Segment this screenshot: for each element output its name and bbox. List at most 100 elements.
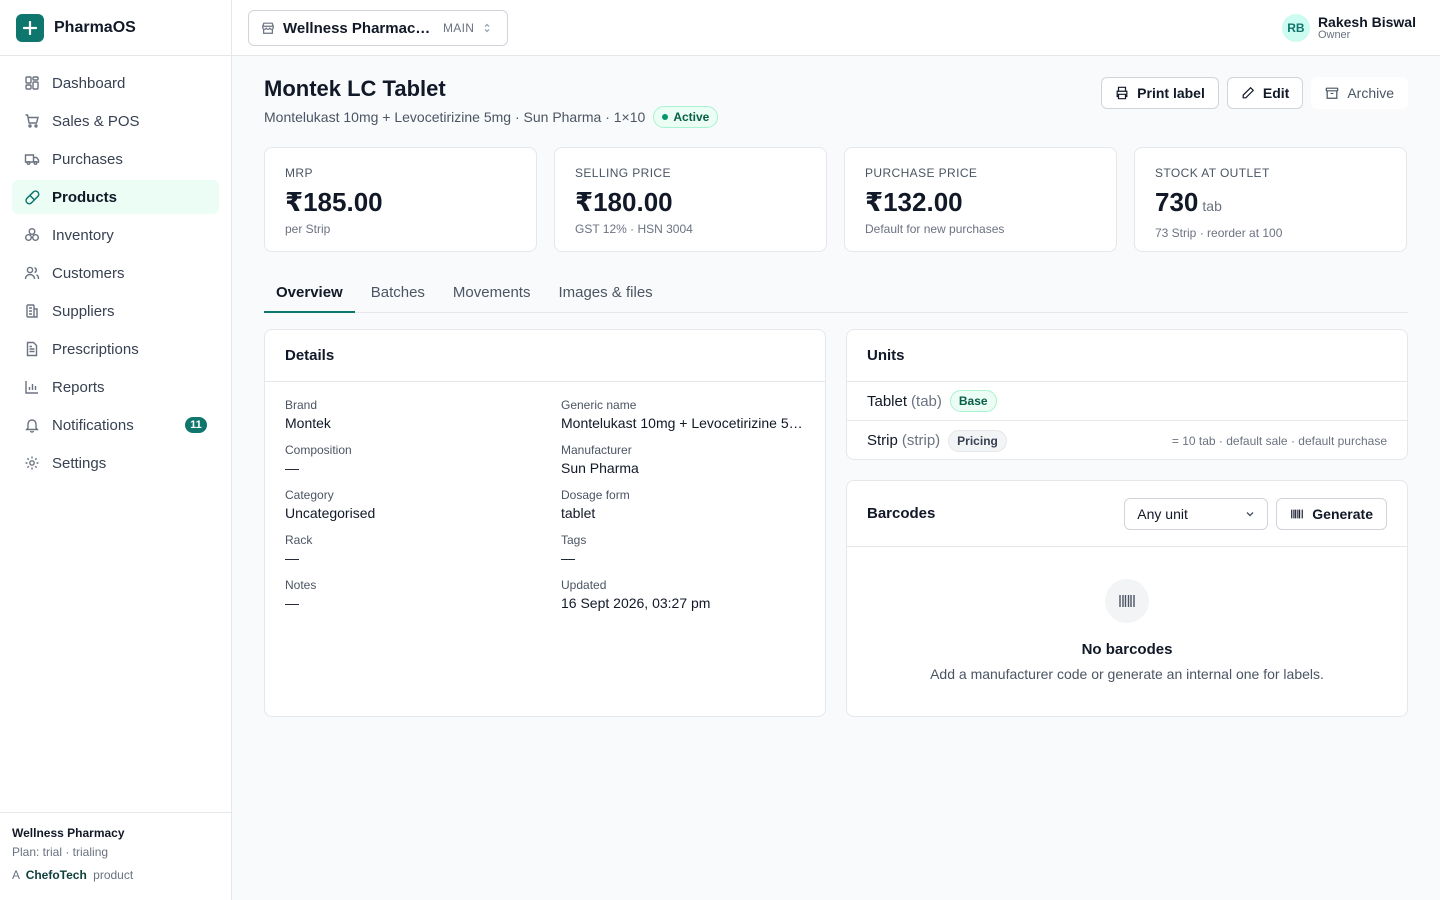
detail-label: Rack (285, 533, 313, 547)
archive-icon (1326, 87, 1339, 99)
app-name: PharmaOS (54, 18, 136, 36)
sidebar-item-products[interactable]: Products (12, 180, 219, 214)
sidebar-item-prescriptions[interactable]: Prescriptions (12, 332, 219, 366)
sidebar-item-reports[interactable]: Reports (12, 370, 219, 404)
sidebar-item-customers[interactable]: Customers (12, 256, 219, 290)
detail-updated: Updated 16 Sept 2026, 03:27 pm (561, 578, 803, 611)
product-summary: Montelukast 10mg + Levocetirizine 5mg · … (264, 109, 646, 125)
detail-notes: Notes — (285, 578, 561, 611)
detail-value: Montek (285, 415, 331, 431)
detail-label: Composition (285, 443, 352, 457)
detail-label: Brand (285, 398, 318, 412)
unit-tag-base: Base (949, 390, 997, 412)
detail-tags: Tags — (561, 533, 803, 566)
stat-value-number: ₹180.00 (575, 187, 673, 217)
empty-title: No barcodes (1081, 641, 1173, 658)
sidebar-item-label: Reports (52, 378, 105, 396)
pencil-icon (1242, 86, 1254, 99)
detail-manufacturer: Manufacturer Sun Pharma (561, 443, 803, 476)
stat-label: Stock at outlet (1155, 166, 1270, 180)
stat-card-stock: Stock at outlet 730 tab 73 Strip · reorde… (1134, 147, 1407, 252)
user-name: Rakesh Biswal (1317, 13, 1416, 30)
units-card: Units Tablet (tab) Base Strip (strip) Pr… (846, 329, 1408, 460)
plus-logo-icon (16, 13, 44, 42)
sidebar-item-label: Notifications (52, 416, 134, 434)
outlet-switcher[interactable]: Wellness Pharmacy · Main MAIN (248, 10, 508, 46)
chevron-down-icon (1246, 511, 1254, 516)
sidebar-footer: Wellness Pharmacy Plan: trial · trialing… (0, 812, 231, 900)
unit-tag-pricing: Pricing (948, 429, 1007, 452)
sidebar-item-label: Customers (52, 264, 125, 282)
tab-overview[interactable]: Overview (264, 273, 355, 313)
stat-label: MRP (285, 166, 313, 180)
stat-value-unit: tab (1202, 198, 1222, 214)
detail-value: — (561, 550, 575, 566)
user-info: Rakesh Biswal Owner (1318, 15, 1416, 42)
chevron-up-down-icon (484, 23, 490, 33)
detail-value: tablet (561, 505, 596, 521)
barcodes-title: Barcodes (867, 505, 936, 522)
units-title: Units (847, 330, 1407, 382)
stat-value-number: 730 (1155, 187, 1199, 217)
sidebar-item-label: Sales & POS (52, 112, 140, 130)
sidebar-item-notifications[interactable]: Notifications 11 (12, 408, 219, 442)
archive-button[interactable]: Archive (1311, 77, 1408, 109)
tab-bar: Overview Batches Movements Images & file… (264, 273, 1408, 313)
sidebar-item-inventory[interactable]: Inventory (12, 218, 219, 252)
edit-text: Edit (1262, 85, 1290, 101)
tab-batches[interactable]: Batches (359, 273, 437, 313)
barcodes-card: Barcodes Any unit Generate No barcodes A… (846, 480, 1408, 717)
users-icon (24, 266, 40, 280)
stat-value-number: ₹132.00 (865, 187, 963, 217)
print-label-text: Print label (1137, 85, 1205, 101)
unit-row: Tablet (tab) Base (847, 382, 1407, 421)
avatar: RB (1281, 14, 1310, 42)
detail-composition: Composition — (285, 443, 561, 476)
boxes-icon (25, 228, 39, 241)
sidebar-item-dashboard[interactable]: Dashboard (12, 66, 219, 100)
user-role: Owner (1317, 28, 1351, 41)
product-credit-prefix: A (12, 868, 20, 882)
barcode-unit-select[interactable]: Any unit (1124, 497, 1269, 530)
topbar: Wellness Pharmacy · Main MAIN RB Rakesh … (232, 0, 1440, 56)
detail-label: Dosage form (561, 488, 630, 502)
archive-text: Archive (1347, 85, 1394, 101)
detail-value: Sun Pharma (561, 460, 639, 476)
outlet-name: Wellness Pharmacy · Main (283, 19, 435, 37)
plan-status: Plan: trial · trialing (12, 845, 109, 859)
detail-label: Tags (561, 533, 587, 547)
sidebar-item-settings[interactable]: Settings (12, 446, 219, 480)
status-dot-icon (662, 114, 669, 120)
detail-value: Uncategorised (285, 505, 376, 521)
detail-label: Updated (561, 578, 607, 592)
print-label-button[interactable]: Print label (1101, 77, 1219, 109)
unit-name: Tablet (867, 392, 908, 410)
tab-images-files[interactable]: Images & files (546, 273, 664, 313)
tab-movements[interactable]: Movements (441, 273, 543, 313)
stat-label: Purchase price (865, 166, 978, 180)
detail-value: 16 Sept 2026, 03:27 pm (561, 595, 711, 611)
gear-icon (25, 456, 39, 470)
sidebar: PharmaOS Dashboard Sales & POS Purchases… (0, 0, 232, 900)
detail-value: — (285, 550, 299, 566)
sidebar-item-label: Prescriptions (52, 340, 139, 358)
detail-label: Notes (285, 578, 317, 592)
unit-row: Strip (strip) Pricing = 10 tab · default… (847, 421, 1407, 460)
sidebar-item-label: Products (52, 188, 118, 206)
printer-icon (1116, 86, 1128, 100)
user-menu[interactable]: RB Rakesh Biswal Owner (1281, 14, 1416, 42)
sidebar-item-suppliers[interactable]: Suppliers (12, 294, 219, 328)
page-subtitle: Montelukast 10mg + Levocetirizine 5mg · … (264, 106, 719, 128)
barcode-actions: Any unit Generate (1124, 497, 1387, 530)
sidebar-item-label: Settings (52, 454, 107, 472)
dashboard-icon (25, 76, 39, 90)
empty-subtitle: Add a manufacturer code or generate an i… (930, 666, 1324, 682)
generate-barcode-button[interactable]: Generate (1276, 497, 1387, 530)
edit-button[interactable]: Edit (1226, 77, 1304, 109)
building-icon (26, 304, 38, 318)
detail-category: Category Uncategorised (285, 488, 561, 521)
sidebar-item-purchases[interactable]: Purchases (12, 142, 219, 176)
brand[interactable]: PharmaOS (0, 0, 231, 56)
stat-label: Selling price (575, 166, 671, 180)
sidebar-item-sales[interactable]: Sales & POS (12, 104, 219, 138)
